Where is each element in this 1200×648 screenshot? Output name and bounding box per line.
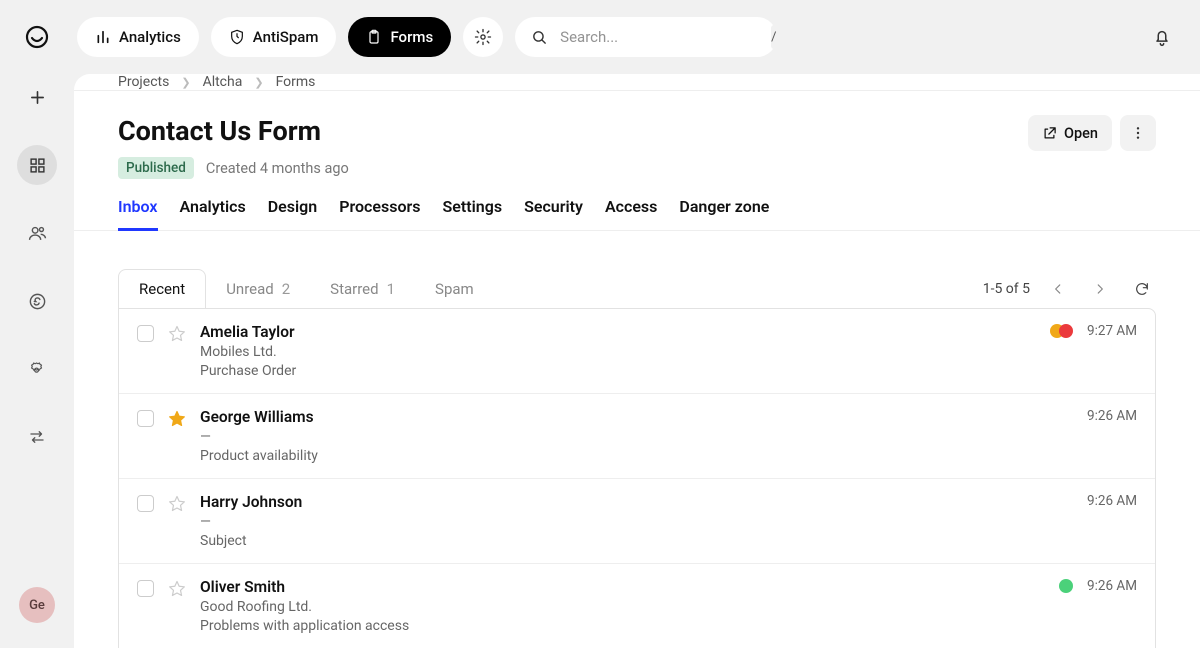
message-subject: Purchase Order [200, 363, 1036, 379]
notifications-button[interactable] [1144, 19, 1180, 55]
sidebar: Ge [0, 0, 74, 648]
message-company: Mobiles Ltd. [200, 344, 1036, 360]
message-company: — [200, 429, 1059, 445]
prev-page-button[interactable] [1044, 275, 1072, 303]
message-sender: George Williams [200, 408, 1059, 426]
tab-inbox[interactable]: Inbox [118, 197, 158, 231]
breadcrumb-forms[interactable]: Forms [276, 74, 316, 90]
message-sender: Harry Johnson [200, 493, 1059, 511]
more-menu-button[interactable] [1120, 115, 1156, 151]
chevron-right-icon: ❯ [181, 76, 190, 89]
search-input[interactable] [560, 28, 759, 46]
status-dot [1059, 324, 1073, 338]
tab-design[interactable]: Design [268, 197, 317, 230]
nav-forms-label: Forms [390, 28, 433, 46]
status-dot [1059, 579, 1073, 593]
breadcrumb-altcha[interactable]: Altcha [203, 74, 243, 90]
tab-processors[interactable]: Processors [339, 197, 420, 230]
star-toggle[interactable] [168, 495, 186, 513]
message-time: 9:26 AM [1087, 408, 1137, 424]
status-dots [1050, 324, 1073, 338]
tab-danger-zone[interactable]: Danger zone [679, 197, 769, 230]
breadcrumb: Projects ❯ Altcha ❯ Forms [74, 74, 1200, 91]
analytics-icon [95, 29, 111, 45]
message-time: 9:26 AM [1087, 578, 1137, 594]
open-button-label: Open [1064, 125, 1098, 142]
nav-analytics-label: Analytics [119, 28, 181, 46]
avatar[interactable]: Ge [19, 587, 55, 623]
pagination: 1-5 of 5 [983, 275, 1156, 303]
table-row[interactable]: George Williams — Product availability 9… [119, 394, 1155, 479]
shield-icon [229, 29, 245, 45]
search-field[interactable]: / [515, 17, 777, 57]
next-page-button[interactable] [1086, 275, 1114, 303]
sidebar-settings-button[interactable] [17, 349, 57, 389]
star-toggle[interactable] [168, 325, 186, 343]
tab-analytics[interactable]: Analytics [180, 197, 246, 230]
created-label: Created 4 months ago [206, 160, 349, 177]
sidebar-users-button[interactable] [17, 213, 57, 253]
table-row[interactable]: Harry Johnson — Subject 9:26 AM [119, 479, 1155, 564]
sidebar-apps-button[interactable] [17, 145, 57, 185]
breadcrumb-projects[interactable]: Projects [118, 74, 169, 90]
star-toggle[interactable] [168, 410, 186, 428]
sidebar-billing-button[interactable] [17, 281, 57, 321]
message-subject: Problems with application access [200, 618, 1045, 634]
checkbox[interactable] [137, 495, 154, 512]
refresh-button[interactable] [1128, 275, 1156, 303]
filter-unread[interactable]: Unread 2 [206, 269, 310, 308]
pagination-label: 1-5 of 5 [983, 281, 1030, 297]
table-row[interactable]: Oliver Smith Good Roofing Ltd. Problems … [119, 564, 1155, 648]
filter-spam[interactable]: Spam [415, 269, 494, 308]
message-sender: Amelia Taylor [200, 323, 1036, 341]
topbar: Analytics AntiSpam Forms / [74, 0, 1200, 74]
tab-settings[interactable]: Settings [443, 197, 503, 230]
sidebar-add-button[interactable] [17, 77, 57, 117]
star-toggle[interactable] [168, 580, 186, 598]
nav-forms[interactable]: Forms [348, 17, 451, 57]
checkbox[interactable] [137, 410, 154, 427]
message-sender: Oliver Smith [200, 578, 1045, 596]
tab-access[interactable]: Access [605, 197, 657, 230]
tab-security[interactable]: Security [524, 197, 583, 230]
open-button[interactable]: Open [1028, 115, 1112, 151]
filter-starred[interactable]: Starred 1 [310, 269, 415, 308]
filter-unread-count: 2 [282, 280, 290, 298]
filter-recent[interactable]: Recent [118, 269, 206, 308]
message-subject: Product availability [200, 448, 1059, 464]
checkbox[interactable] [137, 325, 154, 342]
message-list: Amelia Taylor Mobiles Ltd. Purchase Orde… [118, 308, 1156, 648]
table-row[interactable]: Amelia Taylor Mobiles Ltd. Purchase Orde… [119, 309, 1155, 394]
clipboard-icon [366, 29, 382, 45]
sidebar-transfer-button[interactable] [17, 417, 57, 457]
logo [25, 25, 49, 49]
tabs: Inbox Analytics Design Processors Settin… [74, 179, 1200, 231]
filter-starred-label: Starred [330, 280, 378, 298]
external-link-icon [1042, 126, 1057, 141]
settings-gear-button[interactable] [463, 17, 503, 57]
page-title: Contact Us Form [118, 115, 1028, 147]
message-subject: Subject [200, 533, 1059, 549]
nav-antispam-label: AntiSpam [253, 28, 319, 46]
filter-starred-count: 1 [387, 280, 395, 298]
message-company: Good Roofing Ltd. [200, 599, 1045, 615]
filter-unread-label: Unread [226, 280, 274, 298]
nav-analytics[interactable]: Analytics [77, 17, 199, 57]
status-dots [1059, 579, 1073, 593]
chevron-right-icon: ❯ [254, 76, 263, 89]
checkbox[interactable] [137, 580, 154, 597]
status-badge: Published [118, 157, 194, 179]
search-icon [531, 29, 548, 46]
message-time: 9:26 AM [1087, 493, 1137, 509]
nav-antispam[interactable]: AntiSpam [211, 17, 337, 57]
search-kbd: / [771, 25, 776, 49]
message-company: — [200, 514, 1059, 530]
message-time: 9:27 AM [1087, 323, 1137, 339]
